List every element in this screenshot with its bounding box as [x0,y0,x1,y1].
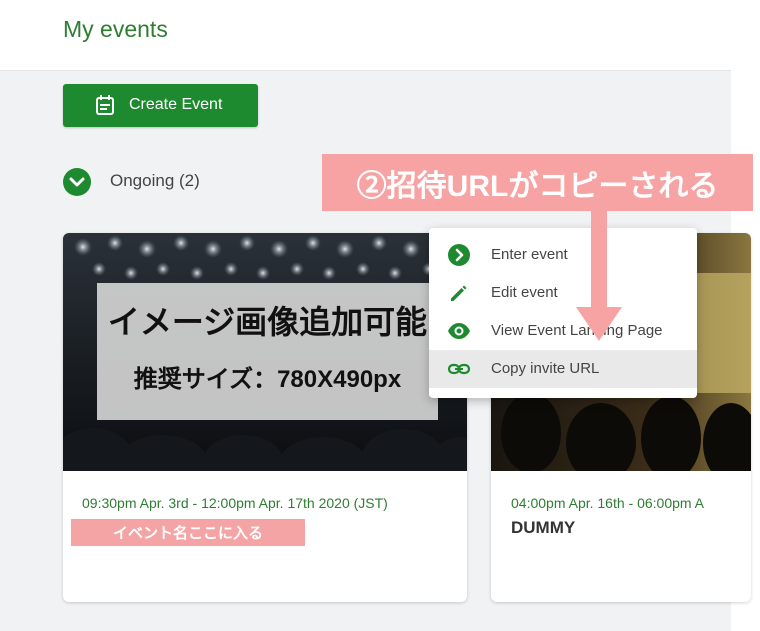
chevron-down-icon [69,177,85,187]
image-placeholder-box: イメージ画像追加可能 推奨サイズ：780X490px [97,283,438,420]
menu-item-label: Enter event [491,246,568,263]
page-title: My events [63,16,168,42]
event-image: イメージ画像追加可能 推奨サイズ：780X490px [63,233,467,471]
top-bar: My events [0,0,731,71]
menu-item-edit-event[interactable]: Edit event [429,274,697,312]
event-name: DUMMY [511,518,576,537]
create-event-button[interactable]: Create Event [63,84,258,127]
event-name-placeholder: イベント名ここに入る [71,519,305,546]
image-placeholder-text: イメージ画像追加可能 [107,304,428,340]
arrow-circle-icon [448,244,470,266]
menu-item-label: Copy invite URL [491,360,600,377]
pencil-icon [451,285,467,301]
calendar-icon [96,95,114,115]
menu-item-copy-invite-url[interactable]: Copy invite URL [429,350,697,388]
eye-icon [448,323,470,339]
ongoing-section-label: Ongoing (2) [110,171,200,190]
event-card[interactable]: イメージ画像追加可能 推奨サイズ：780X490px 09:30pm Apr. … [63,233,467,602]
menu-item-enter-event[interactable]: Enter event [429,236,697,274]
link-icon [447,363,471,375]
event-context-menu: Enter event Edit event View Event Landin… [429,228,697,398]
menu-item-view-landing-page[interactable]: View Event Landing Page [429,312,697,350]
annotation-banner: ②招待URLがコピーされる [322,154,753,211]
event-date: 04:00pm Apr. 16th - 06:00pm A [511,495,705,511]
menu-item-label: Edit event [491,284,558,301]
image-size-hint: 推奨サイズ：780X490px [133,366,402,393]
create-event-label: Create Event [129,96,223,113]
ongoing-toggle-button[interactable] [63,168,91,196]
event-date: 09:30pm Apr. 3rd - 12:00pm Apr. 17th 202… [82,495,388,511]
annotation-arrow-icon [576,211,622,341]
